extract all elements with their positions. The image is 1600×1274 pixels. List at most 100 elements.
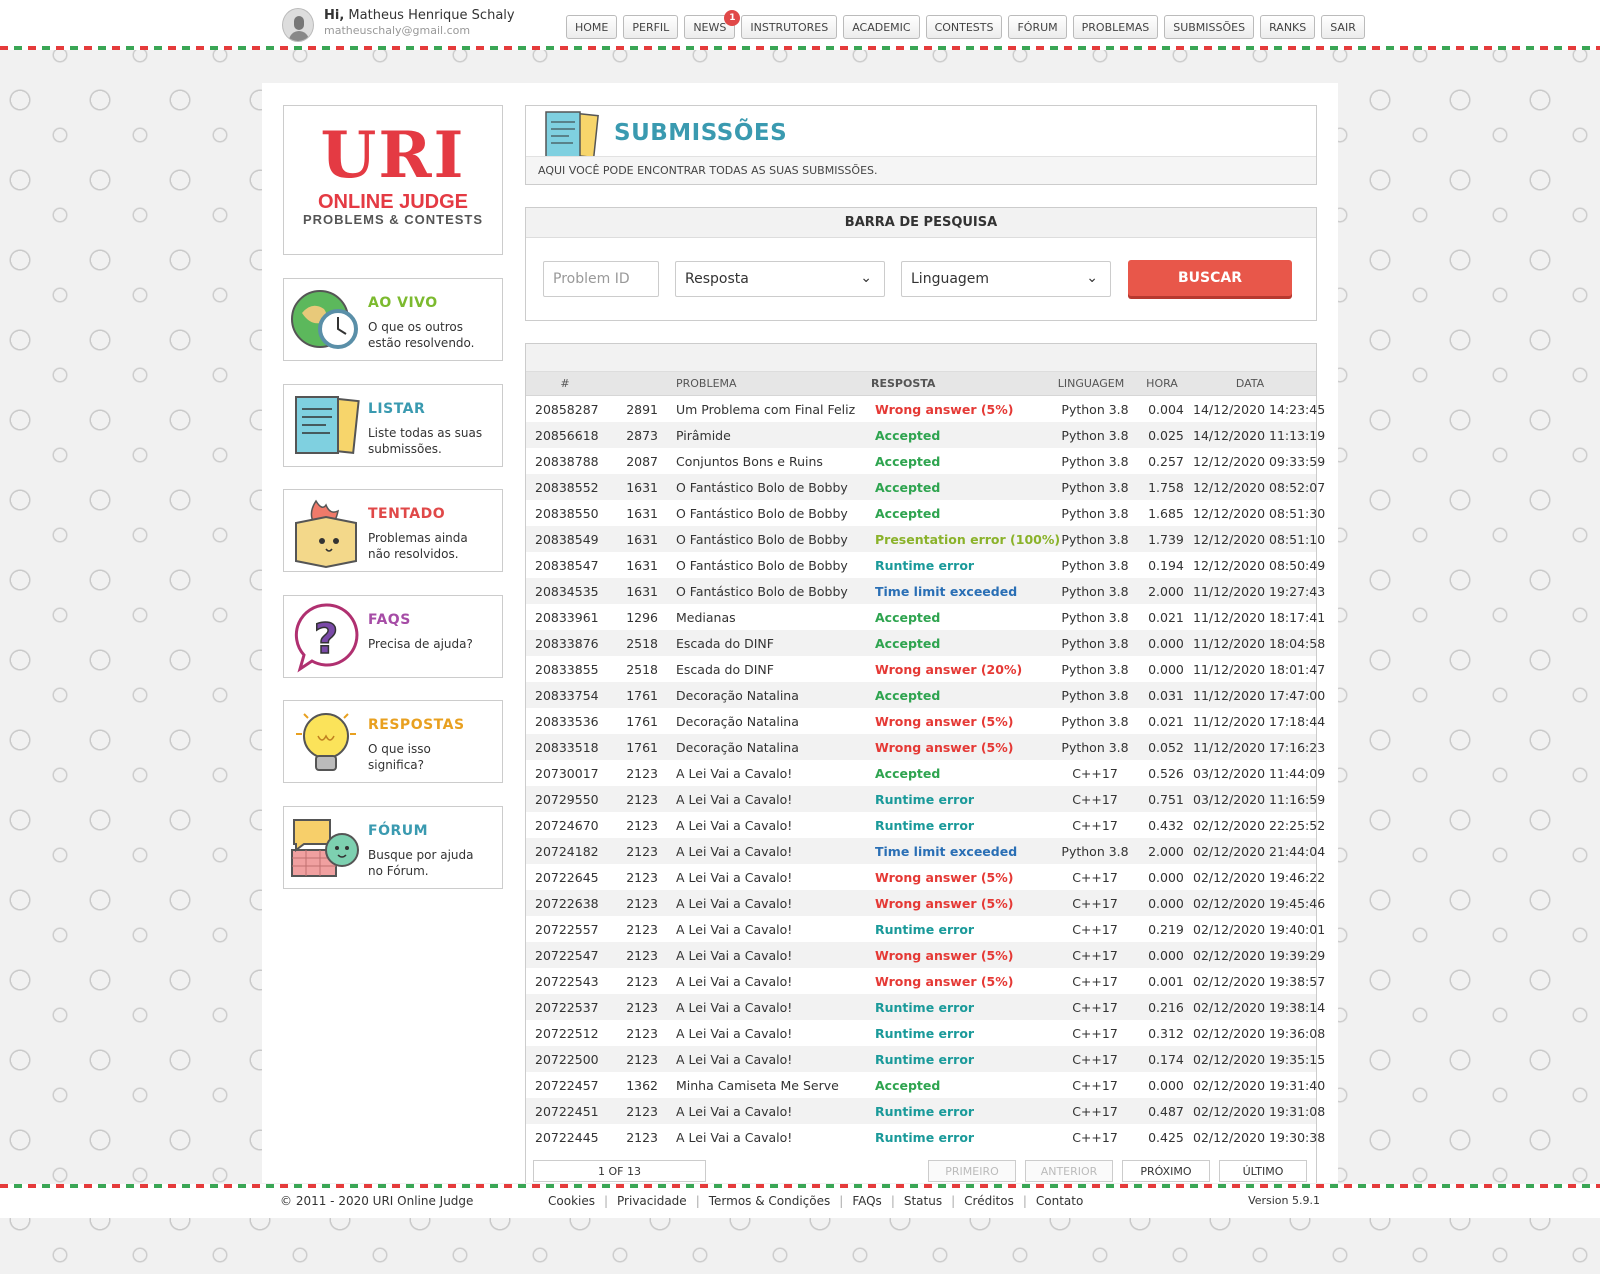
problem-id[interactable]: 1362 (608, 1078, 664, 1093)
problem-id[interactable]: 2123 (608, 792, 664, 807)
problem-name[interactable]: A Lei Vai a Cavalo! (664, 948, 869, 963)
problem-name[interactable]: A Lei Vai a Cavalo! (664, 922, 869, 937)
table-row[interactable]: 20722645 2123 A Lei Vai a Cavalo! Wrong ans… (526, 864, 1325, 890)
problem-name[interactable]: A Lei Vai a Cavalo! (664, 844, 869, 859)
problem-id[interactable]: 1631 (608, 558, 664, 573)
table-row[interactable]: 20833754 1761 Decoração Natalina Accepted Py… (526, 682, 1325, 708)
problem-id[interactable]: 2891 (608, 402, 664, 417)
submission-id[interactable]: 20722451 (526, 1104, 608, 1119)
result[interactable]: Runtime error (869, 818, 1051, 833)
table-row[interactable]: 20722543 2123 A Lei Vai a Cavalo! Wrong ans… (526, 968, 1325, 994)
problem-id[interactable]: 1761 (608, 688, 664, 703)
result[interactable]: Runtime error (869, 1000, 1051, 1015)
submission-id[interactable]: 20722547 (526, 948, 608, 963)
problem-id[interactable]: 2123 (608, 1104, 664, 1119)
submission-id[interactable]: 20838550 (526, 506, 608, 521)
table-row[interactable]: 20722445 2123 A Lei Vai a Cavalo! Runtime e… (526, 1124, 1325, 1150)
submission-id[interactable]: 20838552 (526, 480, 608, 495)
problem-id[interactable]: 2123 (608, 1000, 664, 1015)
problem-name[interactable]: Escada do DINF (664, 662, 869, 677)
submission-id[interactable]: 20722537 (526, 1000, 608, 1015)
problem-id[interactable]: 2123 (608, 844, 664, 859)
sidebar-card-listar[interactable]: LISTAR Liste todas as suas submissões. (283, 384, 503, 467)
footer-link-cookies[interactable]: Cookies (548, 1194, 595, 1208)
problem-name[interactable]: A Lei Vai a Cavalo! (664, 1026, 869, 1041)
result[interactable]: Wrong answer (5%) (869, 402, 1051, 417)
table-row[interactable]: 20838550 1631 O Fantástico Bolo de Bobby Ac… (526, 500, 1325, 526)
problem-name[interactable]: O Fantástico Bolo de Bobby (664, 506, 869, 521)
problem-id[interactable]: 2518 (608, 662, 664, 677)
table-row[interactable]: 20724182 2123 A Lei Vai a Cavalo! Time limi… (526, 838, 1325, 864)
search-button[interactable]: BUSCAR (1128, 260, 1292, 296)
table-row[interactable]: 20856618 2873 Pirâmide Accepted Python 3.8 0.… (526, 422, 1325, 448)
footer-link-faqs[interactable]: FAQs (852, 1194, 882, 1208)
table-row[interactable]: 20833536 1761 Decoração Natalina Wrong answ… (526, 708, 1325, 734)
result[interactable]: Accepted (869, 1078, 1051, 1093)
result[interactable]: Runtime error (869, 558, 1051, 573)
submission-id[interactable]: 20838547 (526, 558, 608, 573)
result[interactable]: Wrong answer (5%) (869, 870, 1051, 885)
result[interactable]: Runtime error (869, 792, 1051, 807)
nav-ranks[interactable]: RANKS (1260, 15, 1316, 39)
nav-instrutores[interactable]: INSTRUTORES (741, 15, 838, 39)
result[interactable]: Accepted (869, 454, 1051, 469)
table-row[interactable]: 20729550 2123 A Lei Vai a Cavalo! Runtime e… (526, 786, 1325, 812)
submission-id[interactable]: 20724182 (526, 844, 608, 859)
submission-id[interactable]: 20724670 (526, 818, 608, 833)
result[interactable]: Runtime error (869, 1104, 1051, 1119)
problem-id[interactable]: 2123 (608, 818, 664, 833)
table-row[interactable]: 20722500 2123 A Lei Vai a Cavalo! Runtime e… (526, 1046, 1325, 1072)
problem-name[interactable]: A Lei Vai a Cavalo! (664, 896, 869, 911)
table-row[interactable]: 20722457 1362 Minha Camiseta Me Serve Accep… (526, 1072, 1325, 1098)
table-row[interactable]: 20858287 2891 Um Problema com Final Feliz W… (526, 396, 1325, 422)
nav-forum[interactable]: FÓRUM (1008, 15, 1067, 39)
problem-id[interactable]: 2123 (608, 766, 664, 781)
result[interactable]: Runtime error (869, 1052, 1051, 1067)
sidebar-card-forum[interactable]: FÓRUM Busque por ajuda no Fórum. (283, 806, 503, 889)
problem-id[interactable]: 2123 (608, 974, 664, 989)
submission-id[interactable]: 20834535 (526, 584, 608, 599)
submission-id[interactable]: 20729550 (526, 792, 608, 807)
problem-name[interactable]: Escada do DINF (664, 636, 869, 651)
problem-name[interactable]: Minha Camiseta Me Serve (664, 1078, 869, 1093)
submission-id[interactable]: 20833754 (526, 688, 608, 703)
submission-id[interactable]: 20722512 (526, 1026, 608, 1041)
result[interactable]: Accepted (869, 506, 1051, 521)
problem-name[interactable]: A Lei Vai a Cavalo! (664, 974, 869, 989)
submission-id[interactable]: 20722445 (526, 1130, 608, 1145)
nav-perfil[interactable]: PERFIL (623, 15, 679, 39)
problem-name[interactable]: Um Problema com Final Feliz (664, 402, 869, 417)
nav-problemas[interactable]: PROBLEMAS (1072, 15, 1159, 39)
submission-id[interactable]: 20858287 (526, 402, 608, 417)
problem-id[interactable]: 1761 (608, 714, 664, 729)
problem-name[interactable]: A Lei Vai a Cavalo! (664, 792, 869, 807)
sidebar-card-ao-vivo[interactable]: AO VIVO O que os outros estão resolvendo… (283, 278, 503, 361)
submission-id[interactable]: 20838549 (526, 532, 608, 547)
footer-link-status[interactable]: Status (904, 1194, 942, 1208)
result[interactable]: Accepted (869, 688, 1051, 703)
footer-link-privacidade[interactable]: Privacidade (617, 1194, 687, 1208)
table-row[interactable]: 20722557 2123 A Lei Vai a Cavalo! Runtime e… (526, 916, 1325, 942)
problem-name[interactable]: A Lei Vai a Cavalo! (664, 766, 869, 781)
submission-id[interactable]: 20838788 (526, 454, 608, 469)
problem-id[interactable]: 1631 (608, 584, 664, 599)
table-row[interactable]: 20833876 2518 Escada do DINF Accepted Python… (526, 630, 1325, 656)
problem-id[interactable]: 2123 (608, 1130, 664, 1145)
table-row[interactable]: 20722512 2123 A Lei Vai a Cavalo! Runtime e… (526, 1020, 1325, 1046)
problem-name[interactable]: A Lei Vai a Cavalo! (664, 870, 869, 885)
avatar[interactable] (282, 8, 314, 42)
submission-id[interactable]: 20833518 (526, 740, 608, 755)
result[interactable]: Wrong answer (5%) (869, 974, 1051, 989)
result[interactable]: Accepted (869, 766, 1051, 781)
problem-id[interactable]: 1631 (608, 506, 664, 521)
table-row[interactable]: 20833855 2518 Escada do DINF Wrong answer (… (526, 656, 1325, 682)
problem-id[interactable]: 2123 (608, 1026, 664, 1041)
answer-select[interactable]: Resposta ⌄ (675, 261, 885, 297)
table-row[interactable]: 20838552 1631 O Fantástico Bolo de Bobby Ac… (526, 474, 1325, 500)
problem-name[interactable]: A Lei Vai a Cavalo! (664, 1130, 869, 1145)
problem-id[interactable]: 2087 (608, 454, 664, 469)
nav-sair[interactable]: SAIR (1321, 15, 1365, 39)
next-page-button[interactable]: PRÓXIMO (1122, 1160, 1210, 1182)
problem-name[interactable]: O Fantástico Bolo de Bobby (664, 558, 869, 573)
problem-id[interactable]: 1631 (608, 532, 664, 547)
